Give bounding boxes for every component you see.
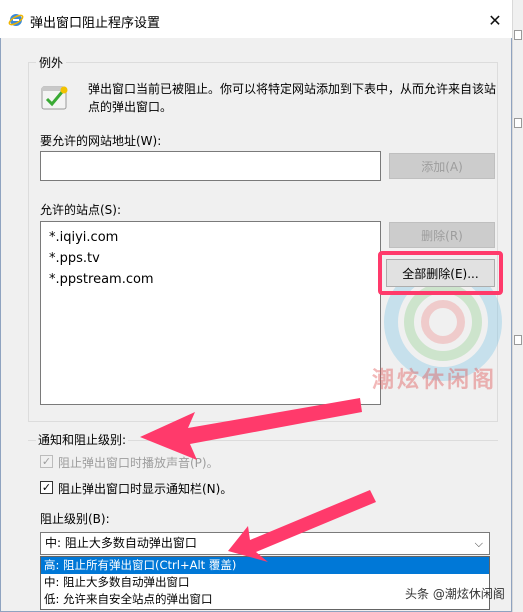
notifications-heading: 通知和阻止级别:: [36, 431, 129, 448]
background-window-mark: [514, 30, 522, 40]
annotation-highlight-box: [378, 251, 503, 295]
ie-globe-icon: [8, 14, 24, 26]
background-window: [512, 0, 523, 612]
list-item[interactable]: *.ppstream.com: [49, 269, 372, 290]
remove-button[interactable]: 删除(R): [389, 222, 495, 248]
play-sound-checkbox[interactable]: ✓: [40, 455, 53, 468]
list-item[interactable]: *.iqiyi.com: [49, 227, 372, 248]
exceptions-legend: 例外: [36, 54, 67, 71]
address-input[interactable]: [40, 151, 381, 181]
close-button[interactable]: ✕: [480, 6, 510, 34]
show-notification-bar-checkbox[interactable]: ✓: [40, 481, 53, 494]
watermark-text: 潮炫休闲阁: [372, 368, 498, 393]
window-title: 弹出窗口阻止程序设置: [30, 16, 161, 31]
allowed-sites-label: 允许的站点(S):: [40, 203, 122, 217]
background-window-mark: [514, 335, 522, 345]
exceptions-description: 弹出窗口当前已被阻止。你可以将特定网站添加到下表中，从而允许来自该站点的弹出窗口…: [88, 82, 497, 114]
blocking-level-label: 阻止级别(B):: [40, 512, 110, 526]
add-button[interactable]: 添加(A): [389, 153, 495, 179]
play-sound-label: 阻止弹出窗口时播放声音(P)。: [58, 456, 219, 470]
address-label: 要允许的网站地址(W):: [40, 134, 162, 148]
dropdown-option-high[interactable]: 高: 阻止所有弹出窗口(Ctrl+Alt 覆盖): [41, 557, 489, 574]
allowed-sites-list[interactable]: *.iqiyi.com *.pps.tv *.ppstream.com: [40, 221, 381, 405]
shield-check-icon: [41, 86, 68, 110]
blocking-level-select[interactable]: 中: 阻止大多数自动弹出窗口 ⌵: [40, 532, 490, 555]
blocking-level-value: 中: 阻止大多数自动弹出窗口: [45, 536, 197, 550]
source-credit: 头条 @潮炫休闲阁: [405, 587, 505, 601]
chevron-down-icon[interactable]: ⌵: [475, 533, 483, 554]
list-item[interactable]: *.pps.tv: [49, 248, 372, 269]
show-notification-bar-label: 阻止弹出窗口时显示通知栏(N)。: [58, 482, 233, 496]
background-window-mark: [514, 118, 522, 128]
